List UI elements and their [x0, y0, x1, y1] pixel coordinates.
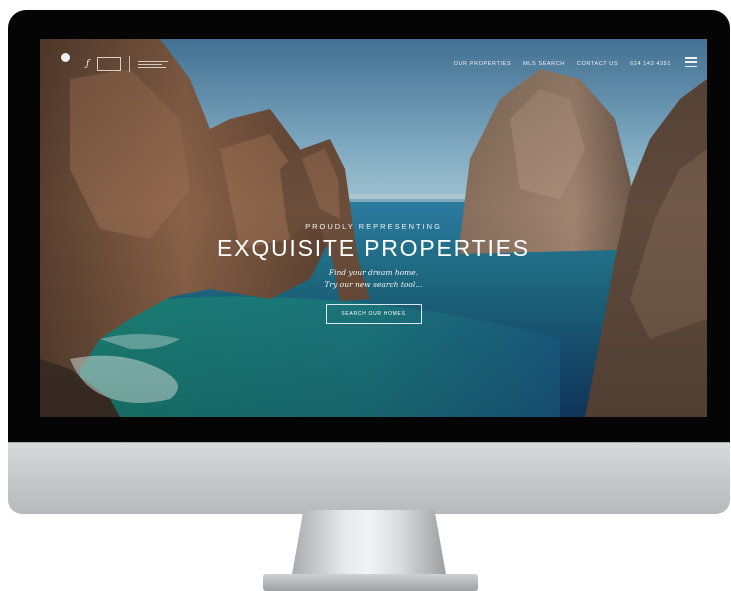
brokerage-logo	[52, 53, 78, 75]
imac-monitor: ƒ OUR PROPERTIES MLS SEARCH CONTACT US 6…	[8, 10, 730, 514]
monitor-chin	[8, 442, 730, 514]
monitor-stand-neck	[291, 510, 447, 580]
hero-subtitle-line-1: Find your dream home.	[328, 268, 419, 277]
hero-section: PROUDLY REPRESENTING EXQUISITE PROPERTIE…	[40, 222, 707, 324]
nav-link-contact-us[interactable]: CONTACT US	[577, 61, 618, 67]
monitor-stand-foot	[263, 574, 478, 591]
partner-script-logo: ƒ	[86, 59, 90, 69]
nav-links: OUR PROPERTIES MLS SEARCH CONTACT US 624…	[454, 51, 671, 77]
nav-link-phone[interactable]: 624 143 4351	[630, 61, 671, 67]
website-screen: ƒ OUR PROPERTIES MLS SEARCH CONTACT US 6…	[40, 39, 707, 417]
hero-subtitle-line-2: Try our new search tool...	[324, 280, 423, 289]
nav-link-mls-search[interactable]: MLS SEARCH	[523, 61, 565, 67]
network-logo	[138, 59, 169, 69]
search-our-homes-button[interactable]: SEARCH OUR HOMES	[325, 304, 422, 324]
partner-logo-box	[97, 57, 122, 71]
nav-link-our-properties[interactable]: OUR PROPERTIES	[454, 61, 512, 67]
monitor-bezel: ƒ OUR PROPERTIES MLS SEARCH CONTACT US 6…	[8, 10, 730, 442]
logo-divider	[129, 56, 131, 72]
hero-eyebrow: PROUDLY REPRESENTING	[305, 222, 442, 231]
top-navigation: ƒ OUR PROPERTIES MLS SEARCH CONTACT US 6…	[40, 51, 707, 77]
hamburger-menu-icon[interactable]	[685, 57, 697, 67]
brand-logos[interactable]: ƒ	[52, 51, 169, 77]
brokerage-logo-emblem	[60, 53, 70, 62]
hero-title: EXQUISITE PROPERTIES	[217, 235, 530, 261]
hero-subtitle: Find your dream home. Try our new search…	[40, 267, 707, 291]
